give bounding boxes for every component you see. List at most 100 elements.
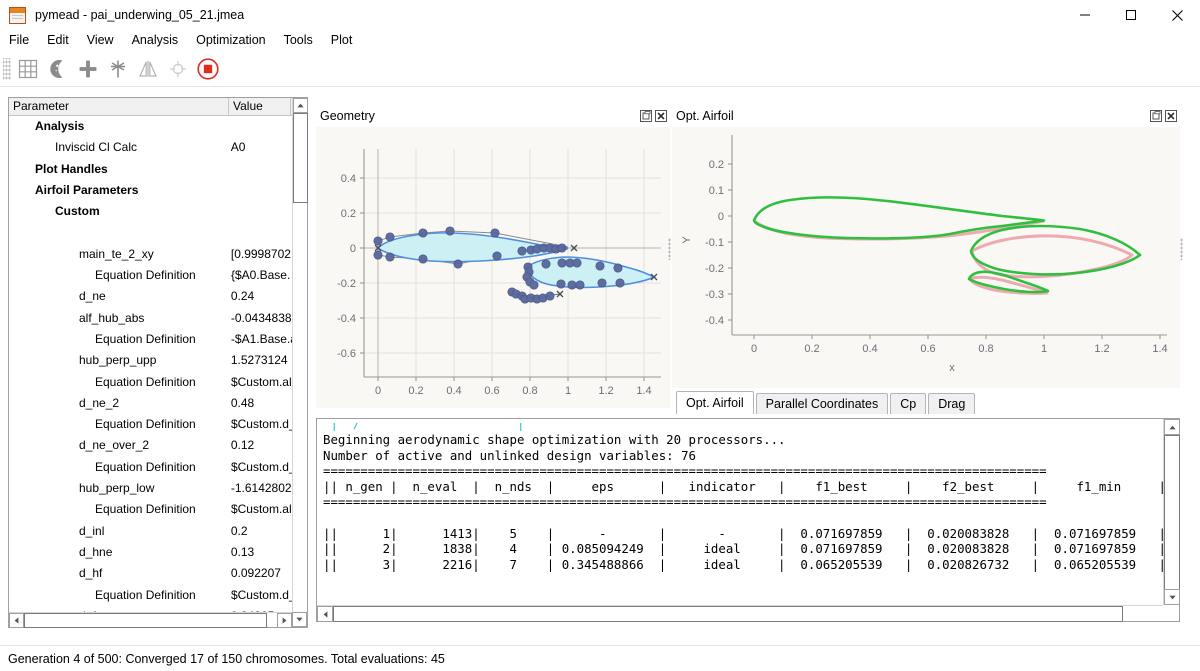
parameter-value[interactable] <box>231 201 292 222</box>
scroll-down-arrow-icon[interactable] <box>292 612 307 627</box>
parameter-value[interactable]: -$A1.Base.a <box>231 329 292 350</box>
parameter-tree-scroll-thumb[interactable] <box>293 113 308 203</box>
target-crosshair-icon[interactable] <box>163 54 193 84</box>
parameter-row[interactable]: Equation Definition -$A1.Base.a <box>9 329 292 350</box>
parameter-value[interactable]: $Custom.d_ <box>231 457 292 478</box>
parameter-value[interactable]: 0.24 <box>231 286 292 307</box>
parameter-tree-body[interactable]: Analysis Inviscid Cl Calc A0 Plot Handles Ai… <box>9 116 292 612</box>
parameter-row[interactable]: Equation Definition {$A0.Base. <box>9 265 292 286</box>
horizontal-splitter-handle[interactable] <box>668 238 671 260</box>
close-icon[interactable] <box>654 110 667 123</box>
parameter-row[interactable] <box>9 222 292 243</box>
parameter-value[interactable]: $Custom.d_ <box>231 585 292 606</box>
column-header-parameter[interactable]: Parameter <box>9 98 229 115</box>
snap-axis-icon[interactable] <box>103 54 133 84</box>
parameter-row[interactable]: Equation Definition $Custom.d_ <box>9 585 292 606</box>
parameter-tree-horizontal-scrollbar[interactable] <box>9 612 292 628</box>
add-plus-icon[interactable] <box>73 54 103 84</box>
maximize-button[interactable] <box>1108 0 1154 30</box>
parameter-value[interactable]: A0 <box>231 137 292 158</box>
console-horizontal-scrollbar[interactable] <box>317 605 1163 622</box>
parameter-row[interactable]: Equation Definition $Custom.al <box>9 372 292 393</box>
parameter-row[interactable]: hub_perp_upp 1.5273124 <box>9 350 292 371</box>
parameter-row[interactable]: d_hf 0.092207 <box>9 563 292 584</box>
console-scroll-thumb[interactable] <box>1164 435 1180 593</box>
console-vertical-scrollbar[interactable] <box>1163 419 1180 605</box>
parameter-row[interactable]: Plot Handles <box>9 159 292 180</box>
float-icon[interactable] <box>1149 110 1162 123</box>
parameter-value[interactable]: {$A0.Base. <box>231 265 292 286</box>
parameter-value[interactable] <box>231 159 292 180</box>
tab-drag[interactable]: Drag <box>928 393 976 414</box>
grid-icon[interactable] <box>13 54 43 84</box>
menu-plot[interactable]: Plot <box>322 30 362 51</box>
parameter-value[interactable]: 1.5273124 <box>231 350 292 371</box>
console-output-panel[interactable]: | / | Beginning aerodynamic shape optimiz… <box>316 418 1180 622</box>
parameter-value[interactable] <box>231 116 292 137</box>
tab-cp[interactable]: Cp <box>890 393 927 414</box>
tab-opt-airfoil[interactable]: Opt. Airfoil <box>676 391 754 414</box>
float-icon[interactable] <box>639 110 652 123</box>
geometry-dock: Geometry 0.4 0.2 0 -0.2 -0.4 -0.6 0 0.2 … <box>316 105 670 408</box>
parameter-row[interactable]: Custom <box>9 201 292 222</box>
console-scroll-left-arrow-icon[interactable] <box>317 606 333 622</box>
parameter-row[interactable]: d_ne_2 0.48 <box>9 393 292 414</box>
parameter-value[interactable]: -0.0434838 <box>231 308 292 329</box>
parameter-name: d_ne_over_2 <box>79 438 150 453</box>
right-splitter-handle[interactable] <box>1180 238 1183 260</box>
menu-analysis[interactable]: Analysis <box>123 30 188 51</box>
parameter-value[interactable]: -1.6142802 <box>231 478 292 499</box>
toolbar-drag-handle[interactable] <box>3 57 11 80</box>
scroll-up-arrow-icon[interactable] <box>293 98 308 113</box>
parameter-value[interactable] <box>231 180 292 201</box>
parameter-row[interactable]: hub_perp_low -1.6142802 <box>9 478 292 499</box>
parameter-value[interactable]: [0.9998702 <box>231 244 292 265</box>
stop-record-icon[interactable] <box>193 54 223 84</box>
parameter-value[interactable]: $Custom.al <box>231 499 292 520</box>
scroll-right-arrow-icon[interactable] <box>277 613 292 628</box>
close-icon[interactable] <box>1164 110 1177 123</box>
close-button[interactable] <box>1154 0 1200 30</box>
parameter-value[interactable]: $Custom.d_ <box>231 414 292 435</box>
parameter-row[interactable]: Analysis <box>9 116 292 137</box>
menu-file[interactable]: File <box>0 30 38 51</box>
parameter-row[interactable]: Airfoil Parameters <box>9 180 292 201</box>
geometry-plot-canvas[interactable]: 0.4 0.2 0 -0.2 -0.4 -0.6 0 0.2 0.4 0.6 0… <box>316 127 670 408</box>
menu-edit[interactable]: Edit <box>38 30 78 51</box>
svg-text:0.6: 0.6 <box>484 385 499 397</box>
opt-airfoil-plot-canvas[interactable]: 0.2 0.1 0 -0.1 -0.2 -0.3 -0.4 0 0.2 0.4 … <box>672 127 1180 388</box>
parameter-row[interactable]: Inviscid Cl Calc A0 <box>9 137 292 158</box>
parameter-row[interactable]: Equation Definition $Custom.d_ <box>9 414 292 435</box>
parameter-row[interactable]: Equation Definition $Custom.al <box>9 499 292 520</box>
parameter-row[interactable]: d_ne 0.24 <box>9 286 292 307</box>
menu-view[interactable]: View <box>78 30 123 51</box>
menu-tools[interactable]: Tools <box>275 30 322 51</box>
scroll-left-arrow-icon[interactable] <box>9 613 24 628</box>
parameter-row[interactable]: d_ne_over_2 0.12 <box>9 435 292 456</box>
console-hscroll-thumb[interactable] <box>333 606 1123 622</box>
parameter-value[interactable]: 0.092207 <box>231 563 292 584</box>
parameter-value[interactable]: $Custom.al <box>231 372 292 393</box>
minimize-button[interactable] <box>1062 0 1108 30</box>
parameter-row[interactable]: Equation Definition $Custom.d_ <box>9 457 292 478</box>
parameter-value[interactable]: 0.48 <box>231 393 292 414</box>
mirror-icon[interactable] <box>133 54 163 84</box>
parameter-row[interactable]: alf_hub_abs -0.0434838 <box>9 308 292 329</box>
parameter-row[interactable]: d_inl 0.2 <box>9 521 292 542</box>
console-scroll-down-arrow-icon[interactable] <box>1164 589 1180 605</box>
parameter-tree-header: Parameter Value <box>9 98 307 116</box>
menu-optimization[interactable]: Optimization <box>187 30 274 51</box>
column-header-value[interactable]: Value <box>229 98 291 115</box>
parameter-value[interactable]: 0.2 <box>231 521 292 542</box>
parameter-tree-vertical-scrollbar[interactable] <box>292 98 308 612</box>
parameter-row[interactable]: main_te_2_xy [0.9998702 <box>9 244 292 265</box>
console-scroll-up-arrow-icon[interactable] <box>1164 419 1180 435</box>
dark-mode-moon-icon[interactable] <box>43 54 73 84</box>
parameter-value[interactable]: 0.12 <box>231 435 292 456</box>
parameter-value[interactable]: 0.13 <box>231 542 292 563</box>
tab-parallel-coordinates[interactable]: Parallel Coordinates <box>755 393 889 414</box>
parameter-tree-hscroll-thumb[interactable] <box>24 612 267 628</box>
svg-text:0.2: 0.2 <box>408 385 423 397</box>
parameter-row[interactable]: d_hne 0.13 <box>9 542 292 563</box>
parameter-value[interactable] <box>231 222 292 243</box>
